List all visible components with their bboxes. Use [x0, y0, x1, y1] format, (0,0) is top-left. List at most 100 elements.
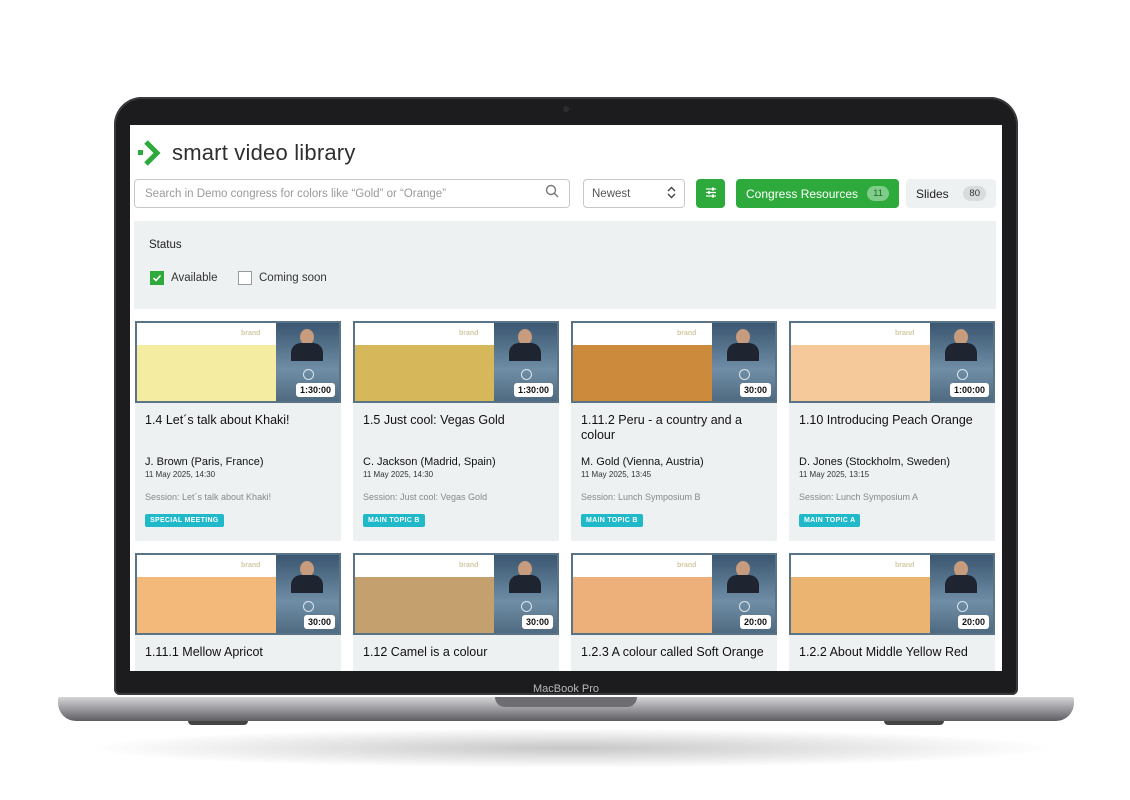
speaker-body: [291, 343, 323, 361]
video-card[interactable]: brand 30:00 1.11.2 Peru - a country and a …: [571, 321, 777, 541]
checkbox-label: Available: [171, 272, 218, 284]
tab-label: Congress Resources: [746, 186, 859, 201]
video-thumbnail[interactable]: brand 30:00: [135, 553, 341, 635]
speaker-body: [291, 575, 323, 593]
tab-congress-resources[interactable]: Congress Resources 11: [736, 179, 899, 208]
brand-logo: brand: [459, 330, 479, 337]
congress-watermark-icon: [739, 601, 750, 612]
topic-tag[interactable]: SPECIAL MEETING: [145, 514, 224, 527]
congress-watermark-icon: [739, 369, 750, 380]
video-title[interactable]: 1.2.2 About Middle Yellow Red: [799, 645, 989, 660]
video-card[interactable]: brand 1:30:00 1.5 Just cool: Vegas Gold C. …: [353, 321, 559, 541]
video-title[interactable]: 1.12 Camel is a colour: [363, 645, 553, 660]
topic-tag[interactable]: MAIN TOPIC B: [363, 514, 425, 527]
brand-logo: brand: [677, 562, 697, 569]
tab-label: Slides: [916, 186, 949, 201]
video-card[interactable]: brand 30:00 1.12 Camel is a colour: [353, 553, 559, 671]
session-name: Session: Lunch Symposium A: [799, 492, 919, 502]
chevron-logo-icon: [138, 139, 164, 167]
video-card[interactable]: brand 1:00:00 1.10 Introducing Peach Orang…: [789, 321, 995, 541]
speaker-name: J. Brown (Paris, France): [145, 456, 264, 468]
video-card[interactable]: brand 30:00 1.11.1 Mellow Apricot: [135, 553, 341, 671]
topic-tag[interactable]: MAIN TOPIC A: [799, 514, 861, 527]
speaker-body: [509, 575, 541, 593]
congress-watermark-icon: [521, 601, 532, 612]
speaker-name: M. Gold (Vienna, Austria): [581, 456, 704, 468]
video-thumbnail[interactable]: brand 1:00:00: [789, 321, 995, 403]
duration-badge: 30:00: [303, 615, 335, 629]
video-title[interactable]: 1.2.3 A colour called Soft Orange: [581, 645, 771, 660]
tab-slides[interactable]: Slides 80: [906, 179, 996, 208]
session-date: 11 May 2025, 13:15: [799, 470, 870, 479]
topic-tag[interactable]: MAIN TOPIC B: [581, 514, 643, 527]
speaker-body: [727, 575, 759, 593]
sort-arrows-icon: [667, 186, 676, 202]
laptop-shadow: [80, 728, 1060, 768]
status-filter-panel: Status Available Coming soon: [134, 221, 996, 309]
speaker-body: [727, 343, 759, 361]
color-swatch: [573, 577, 712, 633]
speaker-body: [945, 343, 977, 361]
sort-selected: Newest: [592, 187, 631, 200]
laptop-foot: [884, 721, 944, 725]
brand-logo: brand: [895, 562, 915, 569]
color-swatch: [355, 577, 494, 633]
sort-select[interactable]: Newest: [583, 179, 685, 208]
congress-watermark-icon: [303, 369, 314, 380]
search-placeholder: Search in Demo congress for colors like …: [145, 187, 447, 200]
duration-badge: 1:30:00: [513, 383, 553, 397]
video-title[interactable]: 1.5 Just cool: Vegas Gold: [363, 413, 553, 428]
status-heading: Status: [149, 239, 182, 251]
app-logo[interactable]: smart video library: [138, 139, 356, 167]
video-title[interactable]: 1.11.2 Peru - a country and a colour: [581, 413, 771, 443]
video-thumbnail[interactable]: brand 30:00: [571, 321, 777, 403]
speaker-body: [509, 343, 541, 361]
congress-watermark-icon: [303, 601, 314, 612]
app-title: smart video library: [172, 140, 356, 165]
brand-logo: brand: [895, 330, 915, 337]
checkbox-checked[interactable]: [150, 271, 164, 285]
screen: smart video library Search in Demo congr…: [130, 125, 1002, 671]
duration-badge: 30:00: [521, 615, 553, 629]
sliders-icon: [705, 185, 717, 203]
speaker-name: D. Jones (Stockholm, Sweden): [799, 456, 951, 468]
video-card[interactable]: brand 20:00 1.2.3 A colour called Soft Ora…: [571, 553, 777, 671]
laptop-base: [58, 697, 1074, 725]
video-title[interactable]: 1.4 Let´s talk about Khaki!: [145, 413, 335, 428]
color-swatch: [355, 345, 494, 401]
color-swatch: [791, 345, 930, 401]
color-swatch: [791, 577, 930, 633]
session-name: Session: Just cool: Vegas Gold: [363, 492, 488, 502]
laptop-notch: [495, 697, 637, 707]
search-input[interactable]: Search in Demo congress for colors like …: [134, 179, 570, 208]
tab-count-badge: 11: [867, 186, 889, 201]
search-icon[interactable]: [545, 184, 559, 203]
tab-count-badge: 80: [963, 186, 986, 201]
video-thumbnail[interactable]: brand 30:00: [353, 553, 559, 635]
session-date: 11 May 2025, 14:30: [145, 470, 216, 479]
brand-logo: brand: [241, 562, 261, 569]
video-thumbnail[interactable]: brand 1:30:00: [353, 321, 559, 403]
speaker-body: [945, 575, 977, 593]
filter-coming-soon[interactable]: Coming soon: [238, 271, 327, 285]
checkbox-unchecked[interactable]: [238, 271, 252, 285]
duration-badge: 30:00: [739, 383, 771, 397]
color-swatch: [137, 345, 276, 401]
video-title[interactable]: 1.11.1 Mellow Apricot: [145, 645, 335, 660]
session-name: Session: Lunch Symposium B: [581, 492, 701, 502]
video-card[interactable]: brand 1:30:00 1.4 Let´s talk about Khaki! J…: [135, 321, 341, 541]
video-thumbnail[interactable]: brand 20:00: [571, 553, 777, 635]
laptop-foot: [188, 721, 248, 725]
checkbox-label: Coming soon: [259, 272, 327, 284]
video-title[interactable]: 1.10 Introducing Peach Orange: [799, 413, 989, 428]
filter-button[interactable]: [696, 179, 725, 208]
video-thumbnail[interactable]: brand 1:30:00: [135, 321, 341, 403]
speaker-name: C. Jackson (Madrid, Spain): [363, 456, 496, 468]
duration-badge: 20:00: [957, 615, 989, 629]
duration-badge: 1:00:00: [949, 383, 989, 397]
color-swatch: [137, 577, 276, 633]
video-card[interactable]: brand 20:00 1.2.2 About Middle Yellow Red: [789, 553, 995, 671]
video-thumbnail[interactable]: brand 20:00: [789, 553, 995, 635]
brand-logo: brand: [677, 330, 697, 337]
filter-available[interactable]: Available: [150, 271, 217, 285]
